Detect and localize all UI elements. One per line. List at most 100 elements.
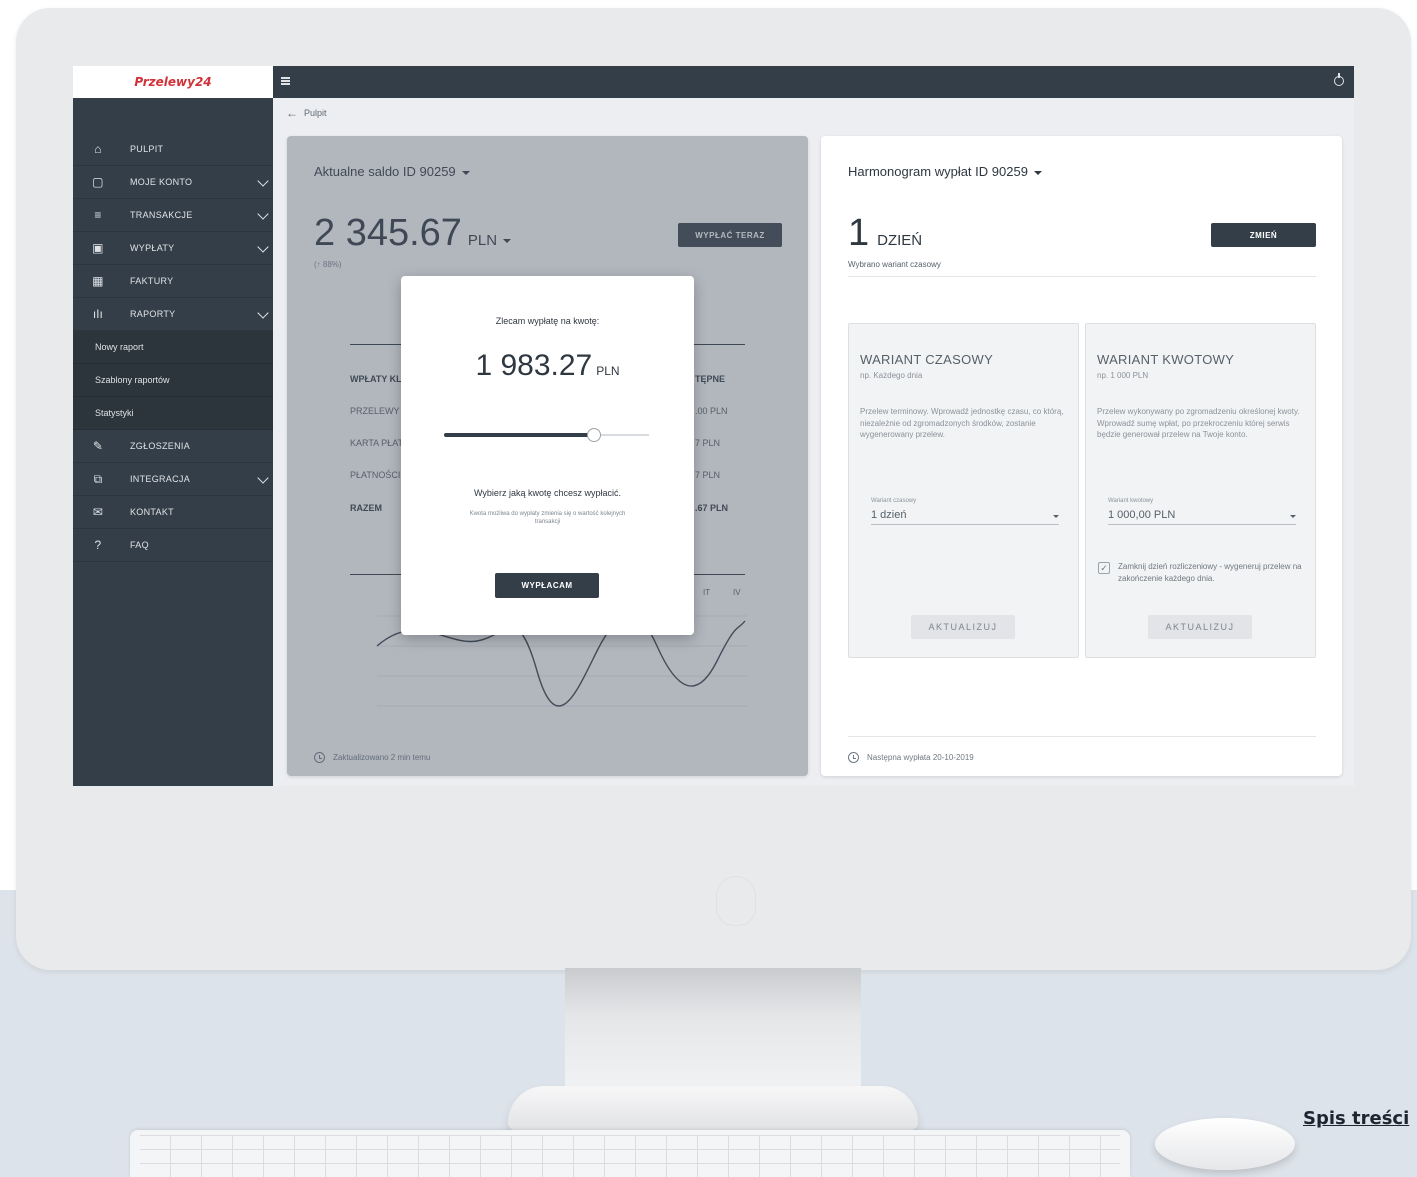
- schedule-card-footer: Następna wypłata 20-10-2019: [848, 752, 974, 763]
- sidebar-item-label: FAQ: [130, 540, 149, 550]
- schedule-card-footer-text: Następna wypłata 20-10-2019: [867, 753, 974, 762]
- withdraw-modal: Zlecam wypłatę na kwotę: 1 983.27 PLN Wyb…: [401, 276, 694, 635]
- check-icon: ✓: [1100, 562, 1108, 573]
- logo-text: Przelewy24: [134, 75, 212, 89]
- table-of-contents-link[interactable]: Spis treści: [1303, 1108, 1409, 1129]
- field-underline: [871, 524, 1059, 525]
- logo[interactable]: Przelewy24: [73, 66, 273, 98]
- schedule-value-unit: DZIEŃ: [877, 232, 923, 249]
- update-amount-button[interactable]: AKTUALIZUJ: [1148, 615, 1252, 639]
- sidebar-item-transakcje[interactable]: ≡ TRANSAKCJE: [73, 199, 273, 232]
- sidebar-item-kontakt[interactable]: ✉ KONTAKT: [73, 496, 273, 529]
- list-icon: ≡: [94, 208, 102, 222]
- calendar-icon: ▦: [92, 274, 104, 288]
- sidebar-item-wyplaty[interactable]: ▣ WYPŁATY: [73, 232, 273, 265]
- wallet-icon: ▣: [92, 241, 104, 255]
- confirm-withdraw-button[interactable]: WYPŁACAM: [495, 573, 599, 598]
- caret-down-icon[interactable]: [1053, 515, 1059, 518]
- sidebar-item-label: WYPŁATY: [130, 243, 175, 253]
- schedule-card: Harmonogram wypłat ID 90259 1 DZIEŃ Wybra…: [821, 136, 1342, 776]
- divider: [848, 736, 1316, 737]
- bar-chart-icon: ılı: [92, 307, 104, 321]
- sidebar-item-faktury[interactable]: ▦ FAKTURY: [73, 265, 273, 298]
- sidebar-item-faq[interactable]: ? FAQ: [73, 529, 273, 562]
- sidebar-nav: ⌂ PULPIT ▢ MOJE KONTO ≡ TRANSAKCJE ▣ WYP…: [73, 133, 273, 562]
- sidebar-subitem-szablony-raportow[interactable]: Szablony raportów: [73, 364, 273, 397]
- chevron-down-icon: [257, 241, 269, 253]
- sidebar-subitem-label: Statystyki: [95, 408, 134, 418]
- sidebar-item-label: MOJE KONTO: [130, 177, 193, 187]
- chevron-down-icon: [257, 208, 269, 220]
- variant-amount-description: Przelew wykonywany po zgromadzeniu okreś…: [1097, 407, 1300, 440]
- slider-thumb[interactable]: [586, 428, 601, 442]
- mail-icon: ✉: [92, 505, 104, 519]
- update-time-button[interactable]: AKTUALIZUJ: [911, 615, 1015, 639]
- schedule-card-title-text: Harmonogram wypłat ID 90259: [848, 164, 1028, 179]
- logo-mark-icon: [716, 876, 756, 926]
- variant-time-field-label: Wariant czasowy: [871, 498, 917, 504]
- mouse: [1155, 1118, 1295, 1170]
- slider-fill: [444, 433, 594, 437]
- variant-time-subtitle: np. Każdego dnia: [860, 371, 923, 380]
- app-screen: Przelewy24 ⌂ PULPIT ▢ MOJE KONTO ≡ TRANS…: [73, 66, 1354, 786]
- modal-amount: 1 983.27 PLN: [401, 349, 694, 383]
- home-icon: ⌂: [94, 142, 102, 156]
- field-underline: [1108, 524, 1296, 525]
- modal-title: Zlecam wypłatę na kwotę:: [495, 316, 600, 326]
- change-button[interactable]: ZMIEŃ: [1211, 223, 1316, 247]
- variant-amount-select[interactable]: 1 000,00 PLN: [1108, 509, 1175, 521]
- sidebar-item-pulpit[interactable]: ⌂ PULPIT: [73, 133, 273, 166]
- chevron-down-icon: [257, 307, 269, 319]
- schedule-variant-note: Wybrano wariant czasowy: [848, 260, 941, 269]
- modal-question: Wybierz jaką kwotę chcesz wypłacić.: [474, 488, 621, 498]
- back-arrow-icon[interactable]: ←: [286, 106, 298, 120]
- monitor-stand: [565, 968, 861, 1088]
- sidebar-subitem-label: Szablony raportów: [95, 375, 170, 385]
- caret-down-icon: [1033, 170, 1042, 175]
- sidebar-item-label: FAKTURY: [130, 276, 174, 286]
- variant-time-card: WARIANT CZASOWY np. Każdego dnia Przelew…: [848, 323, 1079, 658]
- sidebar-item-moje-konto[interactable]: ▢ MOJE KONTO: [73, 166, 273, 199]
- sidebar-subitem-label: Nowy raport: [95, 342, 144, 352]
- pencil-icon: ✎: [92, 439, 104, 453]
- sidebar-item-label: RAPORTY: [130, 309, 176, 319]
- sidebar-item-label: ZGŁOSZENIA: [130, 441, 191, 451]
- top-bar: [273, 66, 1354, 98]
- modal-amount-unit: PLN: [596, 364, 620, 378]
- divider: [848, 276, 1316, 277]
- schedule-card-title[interactable]: Harmonogram wypłat ID 90259: [848, 164, 1042, 179]
- keyboard: [130, 1130, 1130, 1177]
- sidebar-subitem-statystyki[interactable]: Statystyki: [73, 397, 273, 430]
- close-day-checkbox[interactable]: ✓: [1098, 562, 1110, 574]
- menu-icon[interactable]: [281, 77, 290, 85]
- sidebar-item-label: INTEGRACJA: [130, 474, 191, 484]
- variant-amount-card: WARIANT KWOTOWY np. 1 000 PLN Przelew wy…: [1085, 323, 1316, 658]
- power-icon[interactable]: [1334, 73, 1344, 86]
- modal-note: Kwota możliwa do wypłaty zmienia się o w…: [469, 511, 626, 526]
- schedule-value-number: 1: [848, 212, 870, 254]
- breadcrumb-label: Pulpit: [304, 108, 327, 118]
- chevron-down-icon: [257, 175, 269, 187]
- monitor-stand-base: [508, 1086, 918, 1130]
- breadcrumb[interactable]: ← Pulpit: [286, 106, 327, 120]
- sidebar-item-label: KONTAKT: [130, 507, 174, 517]
- amount-slider[interactable]: [444, 428, 649, 442]
- briefcase-icon: ▢: [92, 175, 104, 189]
- sidebar-subitem-nowy-raport[interactable]: Nowy raport: [73, 331, 273, 364]
- sidebar-item-integracja[interactable]: ⧉ INTEGRACJA: [73, 463, 273, 496]
- schedule-value: 1 DZIEŃ: [848, 212, 922, 255]
- variant-time-description: Przelew terminowy. Wprowadź jednostkę cz…: [860, 407, 1064, 440]
- close-day-checkbox-label: Zamknij dzień rozliczeniowy - wygeneruj …: [1118, 562, 1302, 583]
- help-icon: ?: [94, 538, 102, 552]
- variant-amount-field-label: Wariant kwotowy: [1108, 498, 1154, 504]
- chevron-down-icon: [257, 472, 269, 484]
- variant-amount-title: WARIANT KWOTOWY: [1097, 352, 1235, 367]
- sidebar-item-label: PULPIT: [130, 144, 164, 154]
- puzzle-icon: ⧉: [93, 471, 103, 486]
- variant-time-select[interactable]: 1 dzień: [871, 509, 906, 521]
- sidebar-item-zgloszenia[interactable]: ✎ ZGŁOSZENIA: [73, 430, 273, 463]
- sidebar-item-label: TRANSAKCJE: [130, 210, 193, 220]
- caret-down-icon[interactable]: [1290, 515, 1296, 518]
- sidebar-item-raporty[interactable]: ılı RAPORTY: [73, 298, 273, 331]
- clock-icon: [848, 752, 859, 763]
